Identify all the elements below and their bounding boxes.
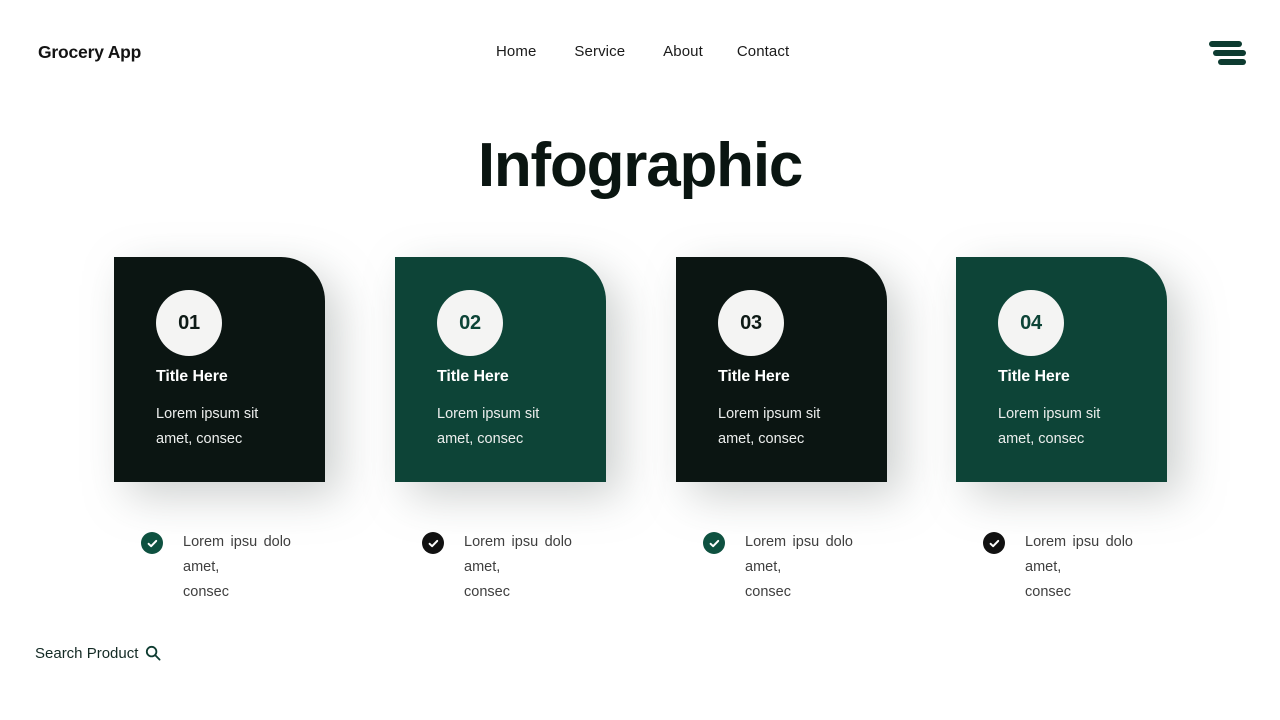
nav-item-service[interactable]: Service bbox=[574, 44, 625, 59]
infographic-cards: 01 Title Here Lorem ipsum sit amet, cons… bbox=[0, 257, 1280, 483]
card-desc-line2: amet, consec bbox=[718, 431, 805, 447]
bullet-text: Lorem ipsu dolo amet, consec bbox=[1025, 530, 1133, 605]
hamburger-bar-middle bbox=[1213, 50, 1246, 56]
card-desc-line1: Lorem ipsum sit bbox=[156, 406, 259, 422]
card-number-badge: 02 bbox=[437, 290, 503, 356]
infographic-card-03[interactable]: 03 Title Here Lorem ipsum sit amet, cons… bbox=[676, 257, 887, 482]
hamburger-menu-icon[interactable] bbox=[1209, 39, 1247, 67]
bullet-text: Lorem ipsu dolo amet, consec bbox=[745, 530, 853, 605]
bullet-text-last: consec bbox=[745, 584, 791, 600]
card-desc-line1: Lorem ipsum sit bbox=[437, 406, 540, 422]
card-description: Lorem ipsum sit amet, consec bbox=[437, 402, 573, 452]
bullet-text: Lorem ipsu dolo amet, consec bbox=[183, 530, 291, 605]
bullet-text-main: Lorem ipsu dolo amet, bbox=[1025, 534, 1133, 575]
brand-logo[interactable]: Grocery App bbox=[38, 43, 141, 62]
feature-bullets: Lorem ipsu dolo amet, consec Lorem ipsu … bbox=[0, 530, 1280, 610]
check-circle-icon bbox=[983, 532, 1005, 554]
site-header: Grocery App Home Service About Contact bbox=[0, 0, 1280, 108]
page-title: Infographic bbox=[477, 131, 804, 200]
card-description: Lorem ipsum sit amet, consec bbox=[718, 402, 854, 452]
bullet-text-main: Lorem ipsu dolo amet, bbox=[183, 534, 291, 575]
card-description: Lorem ipsum sit amet, consec bbox=[998, 402, 1134, 452]
card-title: Title Here bbox=[998, 368, 1070, 385]
bullet-item-2: Lorem ipsu dolo amet, consec bbox=[422, 530, 602, 610]
card-number-badge: 03 bbox=[718, 290, 784, 356]
bullet-text-last: consec bbox=[183, 584, 229, 600]
card-desc-line2: amet, consec bbox=[156, 431, 243, 447]
check-circle-icon bbox=[422, 532, 444, 554]
infographic-card-02[interactable]: 02 Title Here Lorem ipsum sit amet, cons… bbox=[395, 257, 606, 482]
card-title: Title Here bbox=[437, 368, 509, 385]
bullet-text-main: Lorem ipsu dolo amet, bbox=[745, 534, 853, 575]
bullet-text-last: consec bbox=[464, 584, 510, 600]
nav-item-home[interactable]: Home bbox=[496, 44, 536, 59]
card-desc-line1: Lorem ipsum sit bbox=[998, 406, 1101, 422]
card-desc-line2: amet, consec bbox=[998, 431, 1085, 447]
card-description: Lorem ipsum sit amet, consec bbox=[156, 402, 292, 452]
card-number-badge: 01 bbox=[156, 290, 222, 356]
magnifier-icon[interactable] bbox=[145, 645, 161, 661]
search-product-link[interactable]: Search Product bbox=[35, 645, 161, 661]
bullet-text-main: Lorem ipsu dolo amet, bbox=[464, 534, 572, 575]
bullet-item-4: Lorem ipsu dolo amet, consec bbox=[983, 530, 1163, 610]
check-circle-icon bbox=[141, 532, 163, 554]
card-number-badge: 04 bbox=[998, 290, 1064, 356]
search-product-label: Search Product bbox=[35, 644, 139, 662]
check-circle-icon bbox=[703, 532, 725, 554]
card-desc-line1: Lorem ipsum sit bbox=[718, 406, 821, 422]
card-title: Title Here bbox=[156, 368, 228, 385]
card-desc-line2: amet, consec bbox=[437, 431, 524, 447]
bullet-text: Lorem ipsu dolo amet, consec bbox=[464, 530, 572, 605]
hamburger-bar-top bbox=[1209, 41, 1242, 47]
bullet-item-3: Lorem ipsu dolo amet, consec bbox=[703, 530, 883, 610]
nav-item-contact[interactable]: Contact bbox=[737, 44, 789, 59]
infographic-card-04[interactable]: 04 Title Here Lorem ipsum sit amet, cons… bbox=[956, 257, 1167, 482]
bullet-text-last: consec bbox=[1025, 584, 1071, 600]
nav-item-about[interactable]: About bbox=[663, 44, 703, 59]
hamburger-bar-bottom bbox=[1218, 59, 1246, 65]
main-navigation: Home Service About Contact bbox=[496, 44, 789, 59]
infographic-card-01[interactable]: 01 Title Here Lorem ipsum sit amet, cons… bbox=[114, 257, 325, 482]
bullet-item-1: Lorem ipsu dolo amet, consec bbox=[141, 530, 321, 610]
card-title: Title Here bbox=[718, 368, 790, 385]
